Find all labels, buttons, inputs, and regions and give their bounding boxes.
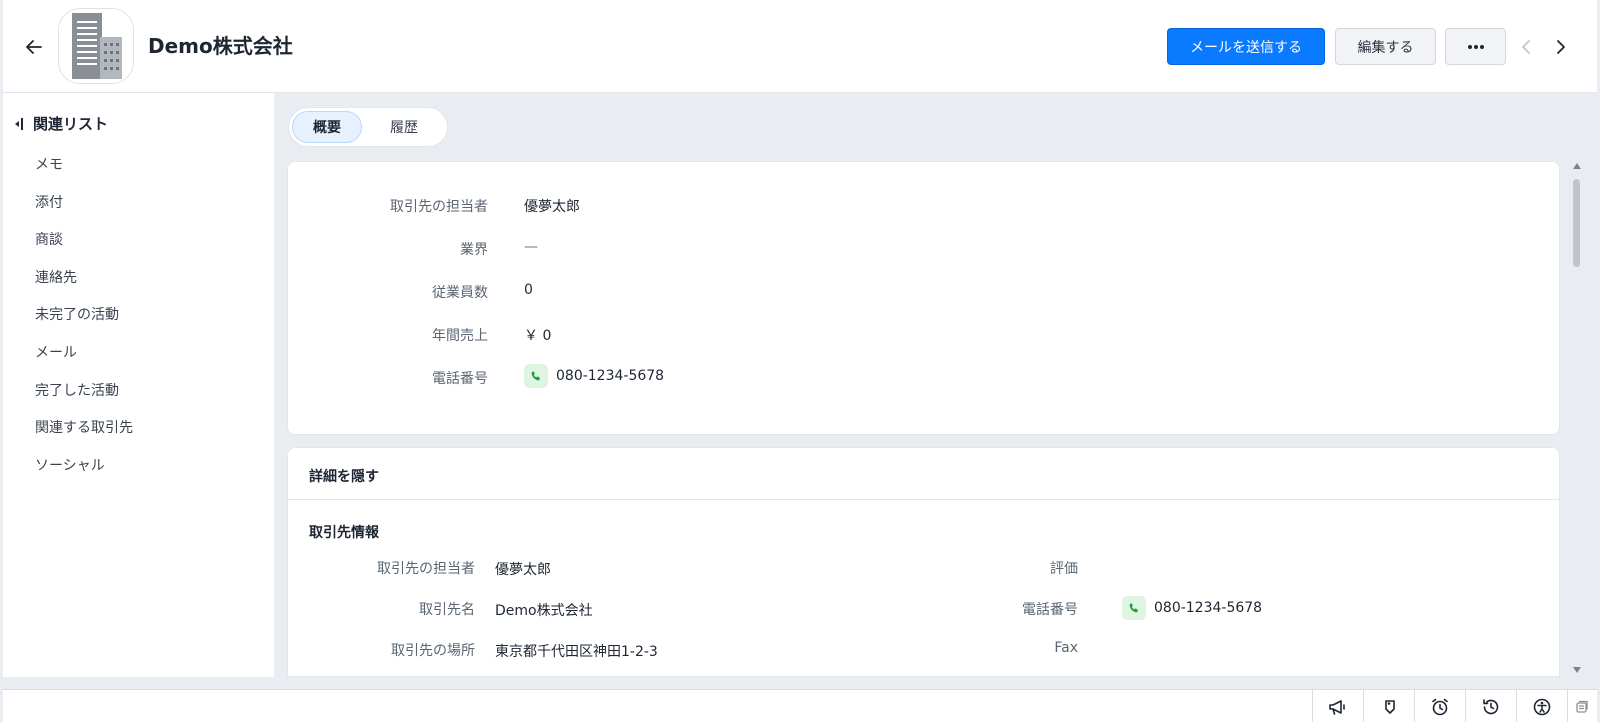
sidebar-item-closed-activities[interactable]: 完了した活動 [35, 379, 133, 417]
alarm-clock-icon [1432, 698, 1448, 715]
field-label-annual-revenue: 年間売上 [432, 328, 488, 344]
announcements-button[interactable] [1312, 690, 1363, 722]
field-label-phone: 電話番号 [432, 371, 488, 387]
field-value-employees: 0 [524, 282, 533, 298]
related-list-sidebar: 関連リスト メモ 添付 商談 連絡先 未完了の活動 メール 完了した活動 関連す… [3, 93, 274, 677]
scroll-down-arrow[interactable] [1573, 667, 1581, 673]
accessibility-icon [1533, 698, 1551, 715]
edit-button[interactable]: 編集する [1335, 28, 1436, 65]
detail-label-rating: 評価 [1050, 561, 1078, 577]
more-dots-icon [1467, 44, 1484, 49]
call-phone-button[interactable] [524, 364, 548, 388]
detail-label-fax: Fax [1054, 640, 1078, 656]
field-value-phone[interactable]: 080-1234-5678 [556, 368, 664, 384]
field-label-employees: 従業員数 [432, 285, 488, 301]
view-tabs: 概要 履歴 [288, 107, 448, 147]
accessibility-button[interactable] [1516, 690, 1567, 722]
sidebar-item-related-accounts[interactable]: 関連する取引先 [35, 416, 133, 454]
scroll-up-arrow[interactable] [1573, 163, 1581, 169]
detail-label-owner: 取引先の担当者 [377, 561, 475, 577]
detail-value-owner: 優夢太郎 [495, 562, 551, 578]
content-scrollbar[interactable] [1569, 161, 1587, 675]
phone-icon [531, 371, 540, 381]
tab-history[interactable]: 履歴 [366, 111, 442, 143]
bottom-toolbar-icons [1312, 690, 1595, 722]
building-icon [72, 13, 122, 79]
chevron-left-icon [1522, 40, 1530, 54]
detail-label-phone: 電話番号 [1022, 602, 1078, 618]
field-value-owner: 優夢太郎 [524, 199, 580, 215]
record-title: Demo株式会社 [148, 34, 293, 58]
next-record-button[interactable] [1550, 34, 1572, 60]
related-list-toggle[interactable]: 関連リスト [13, 113, 108, 134]
detail-value-phone-wrap: 080-1234-5678 [1122, 596, 1262, 620]
sidebar-item-attachments[interactable]: 添付 [35, 191, 133, 229]
detail-value-account-name: Demo株式会社 [495, 603, 593, 619]
arrow-left-icon [26, 40, 42, 54]
send-mail-button[interactable]: メールを送信する [1167, 28, 1325, 65]
sidebar-item-contacts[interactable]: 連絡先 [35, 266, 133, 304]
sidebar-item-mail[interactable]: メール [35, 341, 133, 379]
field-label-owner: 取引先の担当者 [390, 199, 488, 215]
details-card: 詳細を隠す 取引先情報 取引先の担当者 優夢太郎 取引先名 Demo株式会社 取… [287, 447, 1560, 677]
sidebar-item-deals[interactable]: 商談 [35, 228, 133, 266]
field-value-phone-wrap: 080-1234-5678 [524, 364, 664, 388]
notes-button[interactable] [1567, 690, 1595, 722]
sidebar-item-memo[interactable]: メモ [35, 153, 133, 191]
detail-value-location: 東京都千代田区神田1-2-3 [495, 644, 658, 660]
collapse-left-icon [15, 117, 23, 130]
bottom-toolbar [3, 689, 1597, 722]
notes-icon [1575, 700, 1588, 713]
tab-overview[interactable]: 概要 [292, 111, 362, 143]
chevron-right-icon [1557, 40, 1565, 54]
related-list-items: メモ 添付 商談 連絡先 未完了の活動 メール 完了した活動 関連する取引先 ソ… [35, 153, 133, 491]
call-phone-button-detail[interactable] [1122, 596, 1146, 620]
sidebar-item-open-activities[interactable]: 未完了の活動 [35, 303, 133, 341]
record-header: Demo株式会社 メールを送信する 編集する [3, 0, 1597, 93]
hide-details-toggle[interactable]: 詳細を隠す [309, 466, 379, 486]
tag-icon [1385, 699, 1395, 714]
history-icon [1483, 698, 1499, 714]
details-header: 詳細を隠す [288, 448, 1559, 500]
company-avatar [58, 8, 134, 84]
section-title-account-info: 取引先情報 [309, 525, 379, 541]
reminders-button[interactable] [1414, 690, 1465, 722]
back-button[interactable] [21, 34, 47, 60]
field-label-industry: 業界 [460, 242, 488, 258]
scroll-thumb[interactable] [1573, 179, 1580, 267]
phone-icon [1129, 603, 1138, 613]
recent-items-button[interactable] [1465, 690, 1516, 722]
previous-record-button[interactable] [1515, 34, 1537, 60]
field-value-industry: — [524, 239, 538, 255]
more-actions-button[interactable] [1445, 28, 1506, 65]
detail-value-phone[interactable]: 080-1234-5678 [1154, 600, 1262, 616]
tags-button[interactable] [1363, 690, 1414, 722]
field-value-annual-revenue: ￥ 0 [524, 328, 552, 344]
summary-card: 取引先の担当者 優夢太郎 業界 — 従業員数 0 年間売上 ￥ 0 電話番号 0… [287, 161, 1560, 435]
sidebar-item-social[interactable]: ソーシャル [35, 454, 133, 492]
detail-label-account-name: 取引先名 [419, 602, 475, 618]
megaphone-icon [1329, 699, 1345, 715]
related-list-heading: 関連リスト [33, 115, 109, 133]
detail-label-location: 取引先の場所 [391, 643, 475, 659]
